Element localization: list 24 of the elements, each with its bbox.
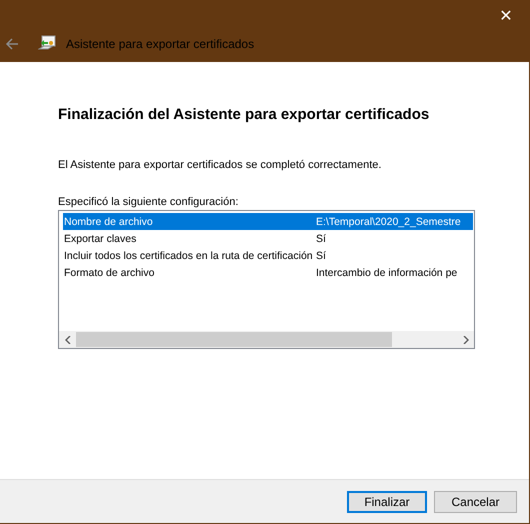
settings-row[interactable]: Exportar claves Sí — [63, 230, 473, 247]
window-title: Asistente para exportar certificados — [66, 37, 254, 51]
setting-name: Exportar claves — [63, 232, 138, 244]
horizontal-scrollbar[interactable] — [59, 331, 474, 348]
close-button[interactable]: ✕ — [483, 0, 529, 30]
settings-row[interactable]: Nombre de archivo E:\Temporal\2020_2_Semestre — [63, 213, 473, 230]
setting-name: Incluir todos los certificados en la ruta de certificación — [63, 250, 314, 262]
back-button[interactable] — [4, 36, 20, 52]
scroll-left-icon[interactable] — [64, 336, 70, 344]
scrollbar-thumb[interactable] — [76, 332, 392, 347]
scroll-right-icon[interactable] — [462, 336, 468, 344]
setting-value: E:\Temporal\2020_2_Semestre — [315, 216, 462, 228]
setting-value: Sí — [315, 250, 327, 262]
setting-name: Formato de archivo — [63, 266, 156, 278]
finish-button[interactable]: Finalizar — [347, 490, 427, 512]
settings-row[interactable]: Incluir todos los certificados en la ruta de certificación Sí — [63, 247, 473, 264]
setting-value: Sí — [315, 232, 327, 244]
page-heading: Finalización del Asistente para exportar certificados — [58, 106, 430, 123]
settings-row[interactable]: Formato de archivo Intercambio de información pe — [63, 264, 473, 281]
cancel-button[interactable]: Cancelar — [434, 490, 517, 512]
list-label: Especificó la siguiente configuración: — [58, 196, 240, 208]
setting-name: Nombre de archivo — [63, 216, 154, 228]
setting-value: Intercambio de información pe — [315, 266, 458, 278]
completion-message: El Asistente para exportar certificados se completó correctamente. — [58, 159, 382, 171]
